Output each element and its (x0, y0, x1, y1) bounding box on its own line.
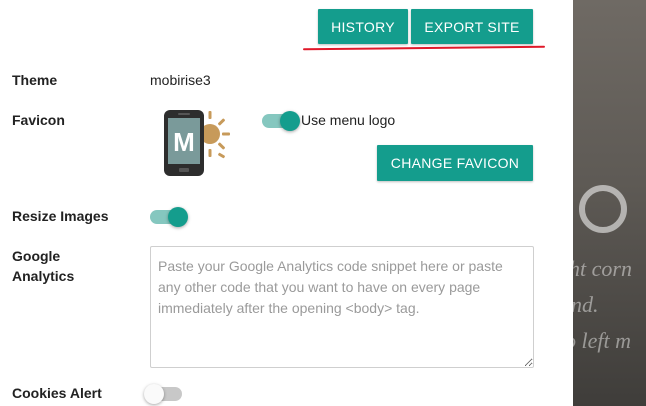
google-analytics-label: Google Analytics (12, 246, 74, 286)
history-button[interactable]: HISTORY (318, 9, 408, 44)
preview-text-line2: nd. (573, 292, 599, 317)
use-menu-logo-toggle[interactable] (262, 111, 300, 131)
use-menu-logo-label: Use menu logo (301, 112, 396, 128)
toggle-knob (144, 384, 164, 404)
theme-value: mobirise3 (150, 72, 211, 88)
preview-ring-shape (579, 185, 627, 233)
phone-sun-icon: M (164, 110, 230, 176)
google-analytics-label-line1: Google (12, 248, 61, 264)
cookies-alert-toggle[interactable] (144, 384, 182, 404)
export-site-button[interactable]: EXPORT SITE (411, 9, 533, 44)
annotation-underline (302, 45, 546, 51)
google-analytics-label-line2: Analytics (12, 268, 75, 284)
theme-label: Theme (12, 72, 58, 88)
toggle-knob (280, 111, 300, 131)
change-favicon-button[interactable]: CHANGE FAVICON (377, 145, 533, 181)
preview-text-line1: ht corn (573, 256, 632, 281)
google-analytics-code-input[interactable] (150, 246, 534, 368)
toggle-knob (168, 207, 188, 227)
resize-images-toggle[interactable] (150, 207, 188, 227)
favicon-image[interactable]: M (160, 108, 236, 178)
favicon-letter: M (173, 127, 195, 157)
favicon-label: Favicon (12, 112, 65, 128)
site-settings-panel: HISTORY EXPORT SITE Theme mobirise3 Favi… (0, 0, 573, 406)
cookies-alert-label: Cookies Alert (12, 385, 102, 401)
preview-text-line3: o left m (573, 328, 631, 353)
resize-images-label: Resize Images (12, 208, 109, 224)
site-preview-background: ht corn nd. o left m (573, 0, 646, 406)
